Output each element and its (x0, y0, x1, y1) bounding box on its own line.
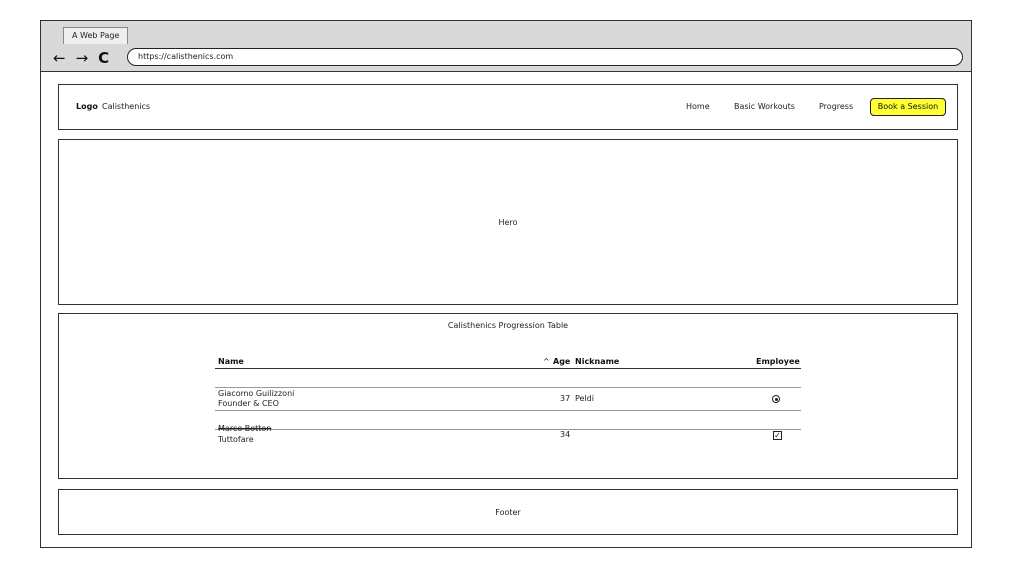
site-footer: Footer (58, 489, 958, 535)
table-title: Calisthenics Progression Table (447, 321, 569, 330)
table-row-2-name: Marco Botton (218, 424, 272, 433)
reload-icon[interactable]: C (98, 49, 109, 67)
back-arrow-icon[interactable]: ← (53, 49, 66, 67)
nav-progress[interactable]: Progress (819, 102, 853, 111)
table-row-1-nickname: Peldi (575, 394, 594, 403)
browser-window: A Web Page ← → C https://calisthenics.co… (40, 20, 972, 548)
table-row-2-role: Tuttofare (218, 435, 254, 444)
row-divider (215, 429, 801, 430)
site-header: Logo Calisthenics Home Basic Workouts Pr… (58, 84, 958, 130)
employee-checkbox-checked[interactable]: ✓ (773, 431, 782, 440)
row-divider (215, 387, 801, 388)
row-divider (215, 410, 801, 411)
table-row-1-role: Founder & CEO (218, 399, 279, 408)
table-row-2-age: 34 (560, 430, 571, 439)
table-row-1-name: Giacomo Guilizzoni (218, 389, 295, 398)
nav-basic-workouts[interactable]: Basic Workouts (734, 102, 795, 111)
browser-nav-buttons: ← → C (53, 48, 109, 68)
brand-name[interactable]: Calisthenics (102, 102, 150, 111)
employee-radio-selected[interactable] (772, 395, 780, 403)
table-header-divider (215, 368, 801, 369)
footer-label: Footer (495, 508, 521, 517)
browser-tab[interactable]: A Web Page (63, 27, 129, 44)
sort-ascending-icon[interactable]: ^ (543, 357, 550, 366)
column-header-age[interactable]: Age (553, 357, 570, 366)
hero-label: Hero (498, 218, 518, 227)
book-session-button[interactable]: Book a Session (870, 98, 946, 116)
hero-section: Hero (58, 139, 958, 305)
table-row-1-age: 37 (560, 394, 571, 403)
browser-chrome: A Web Page ← → C https://calisthenics.co… (41, 21, 971, 72)
forward-arrow-icon[interactable]: → (76, 49, 89, 67)
column-header-employee[interactable]: Employee (756, 357, 800, 366)
address-bar[interactable]: https://calisthenics.com (127, 48, 963, 66)
nav-home[interactable]: Home (686, 102, 710, 111)
logo[interactable]: Logo (76, 102, 98, 111)
column-header-name[interactable]: Name (218, 357, 244, 366)
progression-table-section: Calisthenics Progression Table Name ^ Ag… (58, 313, 958, 479)
column-header-nickname[interactable]: Nickname (575, 357, 619, 366)
